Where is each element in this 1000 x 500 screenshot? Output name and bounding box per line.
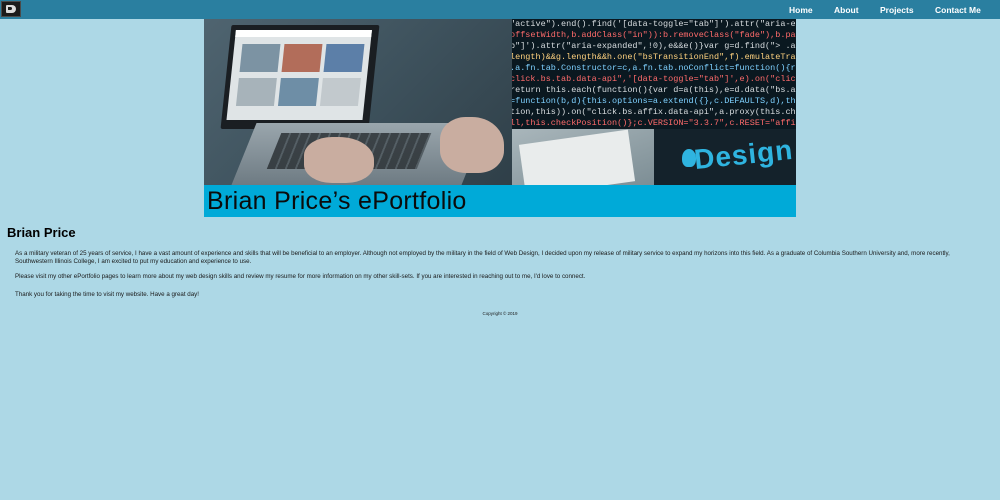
nav-link-contact-me[interactable]: Contact Me — [935, 5, 981, 15]
nav-link-home[interactable]: Home — [789, 5, 813, 15]
logo-mark — [6, 5, 16, 13]
nav-link-projects[interactable]: Projects — [880, 5, 914, 15]
design-photo: Design — [654, 129, 796, 185]
banner-title: Brian Price’s ePortfolio — [207, 187, 467, 215]
thanks-paragraph: Thank you for taking the time to visit m… — [15, 291, 199, 298]
laptop-screen — [220, 25, 380, 129]
hand — [440, 117, 504, 173]
hero-banner-image: "active").end().find('[data-toggle="tab"… — [204, 19, 796, 217]
code-photo: "active").end().find('[data-toggle="tab"… — [512, 19, 796, 129]
footer-copyright: Copyright © 2019 — [482, 311, 518, 316]
hand — [304, 137, 374, 183]
laptop-photo — [204, 19, 512, 185]
top-navbar: Home About Projects Contact Me — [0, 0, 1000, 19]
nav-link-about[interactable]: About — [834, 5, 859, 15]
intro-paragraph: As a military veteran of 25 years of ser… — [15, 250, 950, 265]
visit-paragraph: Please visit my other ePortfolio pages t… — [15, 273, 586, 280]
ep-logo-icon[interactable] — [1, 1, 21, 17]
design-word: Design — [692, 133, 795, 176]
page-title: Brian Price — [7, 225, 76, 240]
sketch-paper-photo — [512, 129, 654, 185]
